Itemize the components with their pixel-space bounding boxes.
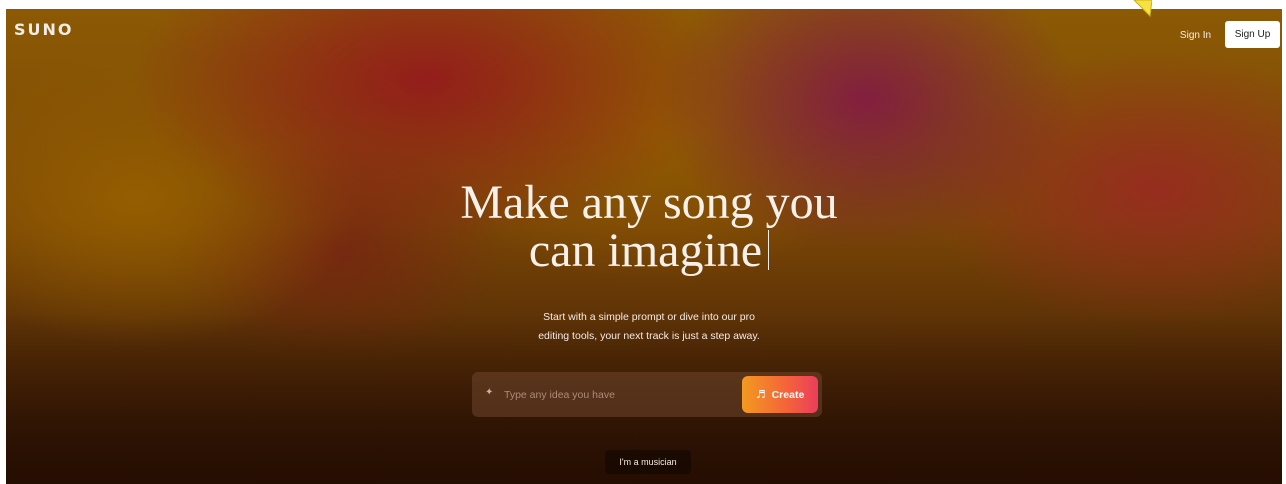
page: SUNO Sign In Sign Up Make any song you c…	[6, 9, 1282, 484]
hero-subtitle: Start with a simple prompt or dive into …	[499, 308, 799, 346]
hero-title: Make any song you can imagine	[349, 179, 949, 275]
hero-title-line-1: Make any song you	[460, 176, 838, 229]
prompt-input[interactable]	[504, 385, 734, 404]
suno-logo[interactable]: SUNO	[14, 20, 74, 39]
musician-button[interactable]: I'm a musician	[605, 450, 691, 474]
hero-subtitle-line-1: Start with a simple prompt or dive into …	[543, 311, 755, 323]
sign-up-button[interactable]: Sign Up	[1225, 21, 1280, 48]
create-button[interactable]: ♬ Create	[742, 376, 818, 413]
hero-title-line-2: can imagine	[528, 224, 763, 277]
prompt-bar: ✦ ♬ Create	[472, 372, 822, 417]
mouse-pointer-icon	[1133, 0, 1152, 18]
hero-subtitle-line-2: editing tools, your next track is just a…	[538, 330, 760, 342]
sparkle-icon: ✦	[485, 387, 494, 398]
text-caret	[768, 230, 770, 270]
create-button-label: Create	[771, 388, 805, 401]
sign-in-button[interactable]: Sign In	[1168, 21, 1223, 49]
music-note-icon: ♬	[755, 388, 766, 401]
